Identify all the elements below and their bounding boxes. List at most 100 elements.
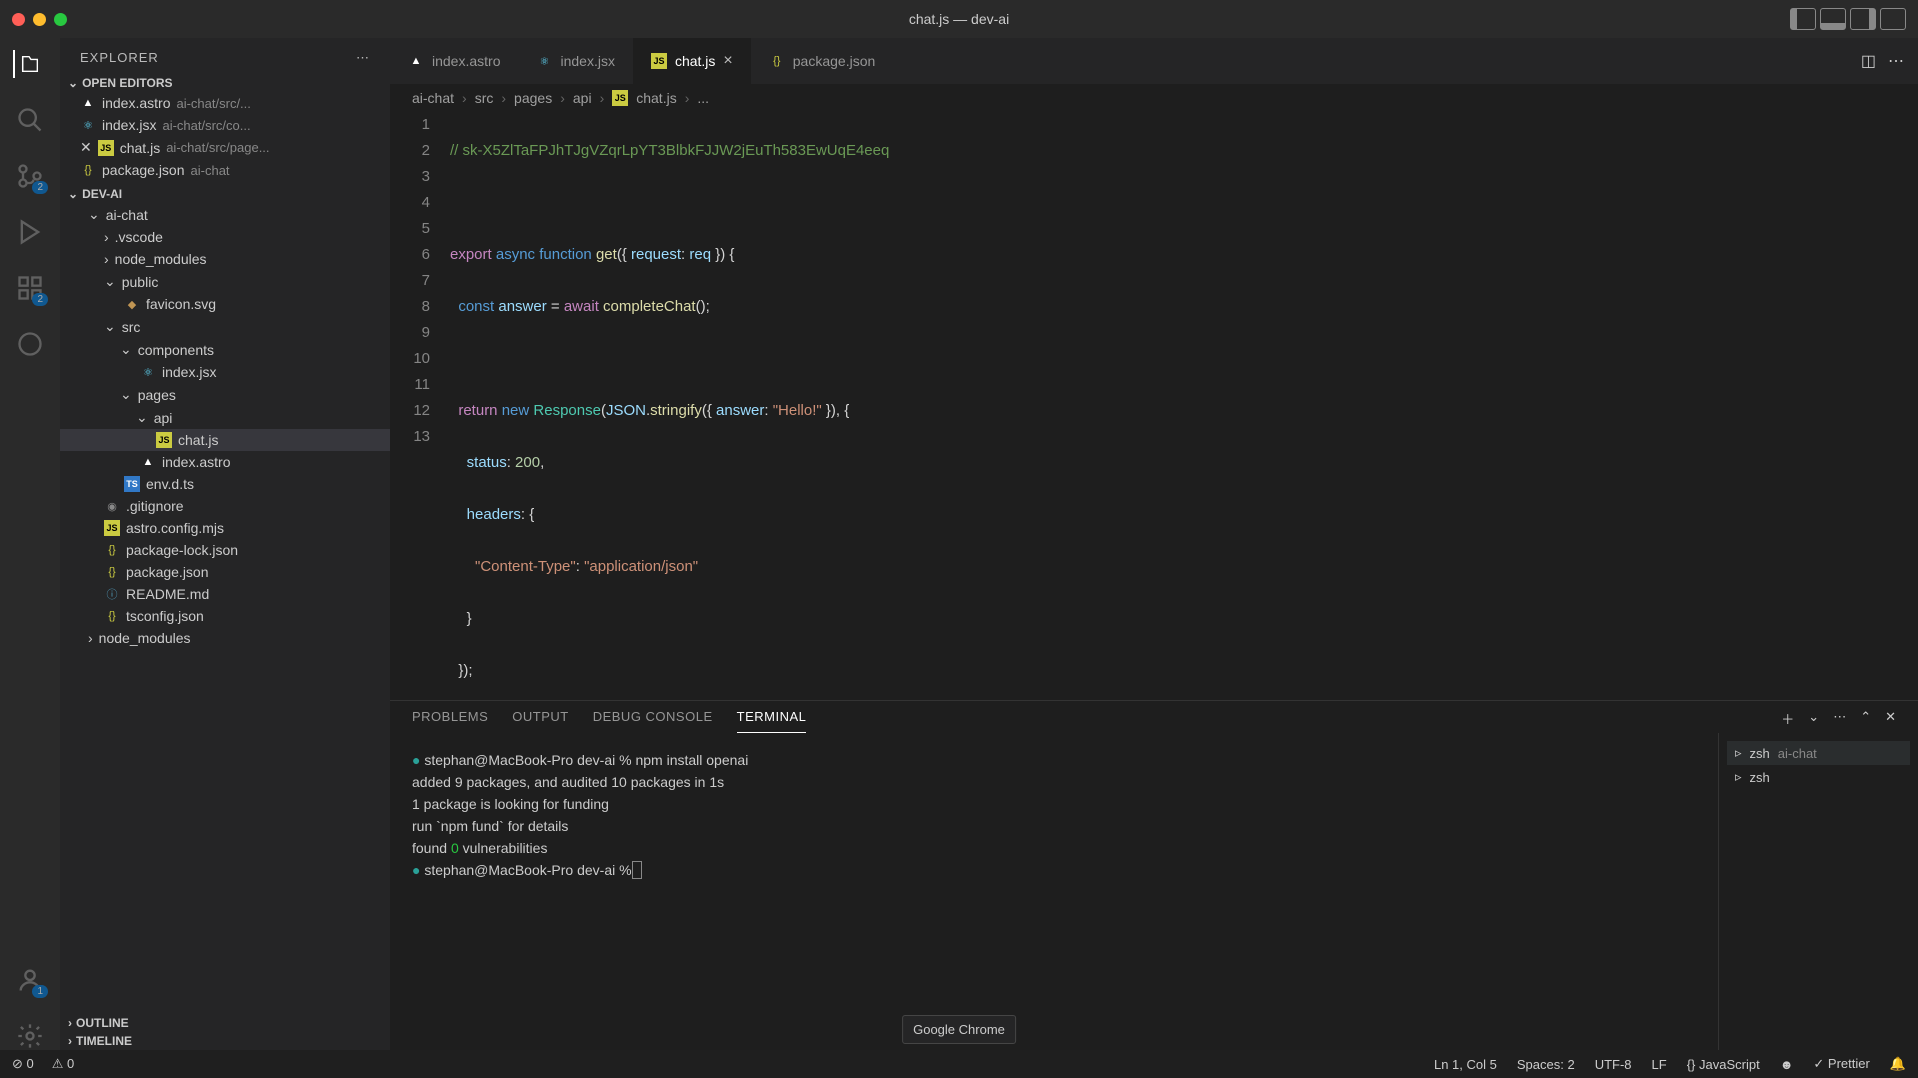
- maximize-window-icon[interactable]: [54, 13, 67, 26]
- file-item[interactable]: {}tsconfig.json: [60, 605, 390, 627]
- file-item[interactable]: ⓘREADME.md: [60, 583, 390, 605]
- tab-bar: ▲index.astro ⚛index.jsx JSchat.js× {}pac…: [390, 38, 1918, 84]
- line-gutter: 12345678910111213: [390, 112, 450, 700]
- more-icon[interactable]: ⋯: [356, 50, 370, 66]
- edge-tools-icon[interactable]: [16, 330, 44, 358]
- file-item[interactable]: JSastro.config.mjs: [60, 517, 390, 539]
- split-editor-icon[interactable]: ◫: [1861, 51, 1876, 71]
- status-warnings[interactable]: ⚠ 0: [52, 1056, 75, 1072]
- info-file-icon: ⓘ: [104, 586, 120, 602]
- run-debug-icon[interactable]: [16, 218, 44, 246]
- folder-item[interactable]: ›node_modules: [60, 248, 390, 270]
- ts-file-icon: TS: [124, 476, 140, 492]
- editor-area: ▲index.astro ⚛index.jsx JSchat.js× {}pac…: [390, 38, 1918, 1050]
- file-item[interactable]: ⚛index.jsx: [60, 361, 390, 383]
- status-feedback-icon[interactable]: ☻: [1780, 1057, 1794, 1072]
- dock-tooltip: Google Chrome: [902, 1015, 1016, 1044]
- status-cursor[interactable]: Ln 1, Col 5: [1434, 1057, 1497, 1072]
- layout-sidebar-left-icon[interactable]: [1790, 8, 1816, 30]
- tab-chat-js[interactable]: JSchat.js×: [633, 38, 751, 84]
- file-item[interactable]: TSenv.d.ts: [60, 473, 390, 495]
- open-editor-item[interactable]: {}package.jsonai-chat: [60, 159, 390, 181]
- status-errors[interactable]: ⊘ 0: [12, 1056, 34, 1072]
- status-encoding[interactable]: UTF-8: [1595, 1057, 1632, 1072]
- open-editors-header[interactable]: ⌄OPEN EDITORS: [60, 74, 390, 92]
- panel-tab-problems[interactable]: PROBLEMS: [412, 709, 488, 733]
- folder-item[interactable]: ›node_modules: [60, 627, 390, 649]
- file-item[interactable]: {}package-lock.json: [60, 539, 390, 561]
- close-icon[interactable]: ✕: [80, 139, 92, 156]
- terminal-list: ▹zshai-chat ▹zsh: [1718, 733, 1918, 1050]
- folder-item[interactable]: ⌄public: [60, 270, 390, 293]
- astro-file-icon: ▲: [80, 95, 96, 111]
- maximize-panel-icon[interactable]: ⌃: [1860, 709, 1871, 733]
- code-lines[interactable]: // sk-X5ZlTaFPJhTJgVZqrLpYT3BlbkFJJW2jEu…: [450, 112, 1918, 700]
- terminal-item[interactable]: ▹zsh: [1727, 765, 1910, 789]
- layout-customize-icon[interactable]: [1880, 8, 1906, 30]
- gitignore-file-icon: ◉: [104, 498, 120, 514]
- svg-file-icon: ◆: [124, 296, 140, 312]
- status-language[interactable]: {} JavaScript: [1687, 1057, 1760, 1072]
- code-editor[interactable]: 12345678910111213 // sk-X5ZlTaFPJhTJgVZq…: [390, 112, 1918, 700]
- tab-index-jsx[interactable]: ⚛index.jsx: [518, 38, 632, 84]
- search-icon[interactable]: [16, 106, 44, 134]
- status-prettier[interactable]: ✓ Prettier: [1813, 1056, 1869, 1072]
- explorer-icon[interactable]: [13, 50, 41, 78]
- terminal-output[interactable]: ● stephan@MacBook-Pro dev-ai % npm insta…: [390, 733, 1718, 1050]
- account-badge: 1: [32, 985, 48, 998]
- js-file-icon: JS: [104, 520, 120, 536]
- split-terminal-icon[interactable]: ⋯: [1833, 709, 1846, 733]
- tab-package-json[interactable]: {}package.json: [751, 38, 894, 84]
- layout-sidebar-right-icon[interactable]: [1850, 8, 1876, 30]
- panel-tab-debug[interactable]: DEBUG CONSOLE: [593, 709, 713, 733]
- terminal-dropdown-icon[interactable]: ⌄: [1808, 709, 1819, 733]
- js-file-icon: JS: [612, 90, 628, 106]
- chevron-down-icon: ⌄: [104, 318, 116, 335]
- panel-tab-output[interactable]: OUTPUT: [512, 709, 568, 733]
- file-item[interactable]: ▲index.astro: [60, 451, 390, 473]
- new-terminal-icon[interactable]: ＋: [1781, 709, 1794, 733]
- folder-item[interactable]: ⌄src: [60, 315, 390, 338]
- close-tab-icon[interactable]: ×: [723, 52, 732, 70]
- settings-gear-icon[interactable]: [16, 1022, 44, 1050]
- outline-header[interactable]: ›OUTLINE: [60, 1014, 390, 1032]
- more-actions-icon[interactable]: ⋯: [1888, 51, 1904, 71]
- file-item[interactable]: ◉.gitignore: [60, 495, 390, 517]
- close-panel-icon[interactable]: ✕: [1885, 709, 1896, 733]
- account-icon[interactable]: 1: [16, 966, 44, 994]
- status-notifications-icon[interactable]: 🔔: [1890, 1056, 1906, 1072]
- folder-item[interactable]: ›.vscode: [60, 226, 390, 248]
- file-item[interactable]: JSchat.js: [60, 429, 390, 451]
- folder-item[interactable]: ⌄api: [60, 406, 390, 429]
- terminal-shell-icon: ▹: [1735, 745, 1742, 761]
- terminal-shell-icon: ▹: [1735, 769, 1742, 785]
- panel-tab-terminal[interactable]: TERMINAL: [737, 709, 807, 733]
- file-item[interactable]: ◆favicon.svg: [60, 293, 390, 315]
- astro-file-icon: ▲: [408, 53, 424, 69]
- file-item[interactable]: {}package.json: [60, 561, 390, 583]
- js-file-icon: JS: [98, 140, 114, 156]
- open-editor-item[interactable]: ✕JSchat.jsai-chat/src/page...: [60, 136, 390, 159]
- project-header[interactable]: ⌄DEV-AI: [60, 185, 390, 203]
- extensions-icon[interactable]: 2: [16, 274, 44, 302]
- folder-item[interactable]: ⌄ai-chat: [60, 203, 390, 226]
- terminal-item[interactable]: ▹zshai-chat: [1727, 741, 1910, 765]
- folder-item[interactable]: ⌄pages: [60, 383, 390, 406]
- close-window-icon[interactable]: [12, 13, 25, 26]
- status-eol[interactable]: LF: [1652, 1057, 1667, 1072]
- open-editor-item[interactable]: ▲index.astroai-chat/src/...: [60, 92, 390, 114]
- open-editor-item[interactable]: ⚛index.jsxai-chat/src/co...: [60, 114, 390, 136]
- timeline-header[interactable]: ›TIMELINE: [60, 1032, 390, 1050]
- layout-panel-bottom-icon[interactable]: [1820, 8, 1846, 30]
- minimize-window-icon[interactable]: [33, 13, 46, 26]
- source-control-icon[interactable]: 2: [16, 162, 44, 190]
- scm-badge: 2: [32, 181, 48, 194]
- folder-item[interactable]: ⌄components: [60, 338, 390, 361]
- json-file-icon: {}: [104, 564, 120, 580]
- chevron-right-icon: ›: [104, 229, 109, 245]
- tab-index-astro[interactable]: ▲index.astro: [390, 38, 518, 84]
- chevron-down-icon: ⌄: [68, 76, 78, 90]
- breadcrumb[interactable]: ai-chat› src› pages› api› JSchat.js› ...: [390, 84, 1918, 112]
- sidebar: EXPLORER ⋯ ⌄OPEN EDITORS ▲index.astroai-…: [60, 38, 390, 1050]
- status-indent[interactable]: Spaces: 2: [1517, 1057, 1575, 1072]
